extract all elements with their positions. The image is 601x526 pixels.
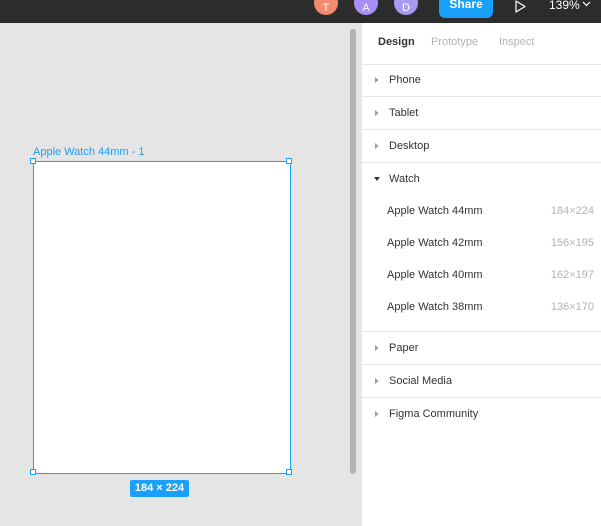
caret-right-icon [375, 345, 379, 351]
preset-dimensions: 156×195 [550, 237, 594, 249]
section-paper[interactable]: Paper [362, 332, 601, 365]
resize-handle-bottom-left[interactable] [30, 469, 36, 475]
tab-design[interactable]: Design [378, 36, 415, 48]
watch-frame[interactable] [33, 161, 291, 474]
tab-inspect[interactable]: Inspect [499, 36, 534, 48]
panel-tabs: Design Prototype Inspect [362, 23, 601, 65]
canvas[interactable]: Apple Watch 44mm - 1 184 × 224 [0, 23, 361, 526]
preset-apple-watch-38mm[interactable]: Apple Watch 38mm 136×170 [362, 292, 601, 324]
toolbar: T A D Share 139% [0, 0, 601, 23]
caret-right-icon [375, 378, 379, 384]
avatar-t[interactable]: T [314, 0, 338, 15]
preset-dimensions: 162×197 [550, 269, 594, 281]
properties-panel: Design Prototype Inspect Phone Tablet De… [361, 23, 601, 526]
section-label: Desktop [389, 140, 430, 152]
preset-apple-watch-42mm[interactable]: Apple Watch 42mm 156×195 [362, 228, 601, 260]
section-tablet[interactable]: Tablet [362, 97, 601, 130]
preset-dimensions: 136×170 [550, 301, 594, 313]
preset-name: Apple Watch 40mm [387, 269, 483, 281]
preset-name: Apple Watch 38mm [387, 301, 483, 313]
resize-handle-top-right[interactable] [286, 158, 292, 164]
caret-right-icon [375, 411, 379, 417]
frame-name-label[interactable]: Apple Watch 44mm - 1 [33, 146, 144, 158]
avatar-d[interactable]: D [394, 0, 418, 15]
frame-size-badge: 184 × 224 [130, 480, 189, 497]
resize-handle-bottom-right[interactable] [286, 469, 292, 475]
vertical-scrollbar[interactable] [350, 29, 356, 474]
preset-apple-watch-44mm[interactable]: Apple Watch 44mm 184×224 [362, 196, 601, 228]
preset-apple-watch-40mm[interactable]: Apple Watch 40mm 162×197 [362, 260, 601, 292]
preset-name: Apple Watch 42mm [387, 237, 483, 249]
caret-right-icon [375, 143, 379, 149]
section-label: Figma Community [389, 408, 479, 420]
section-desktop[interactable]: Desktop [362, 130, 601, 163]
tab-prototype[interactable]: Prototype [431, 36, 478, 48]
chevron-down-icon[interactable] [582, 1, 591, 7]
share-button[interactable]: Share [439, 0, 493, 18]
section-watch: Watch Apple Watch 44mm 184×224 Apple Wat… [362, 163, 601, 332]
section-social-media[interactable]: Social Media [362, 365, 601, 398]
section-watch-header[interactable]: Watch [362, 163, 601, 196]
preset-name: Apple Watch 44mm [387, 205, 483, 217]
play-icon[interactable] [513, 0, 527, 14]
section-phone[interactable]: Phone [362, 64, 601, 97]
zoom-level[interactable]: 139% [549, 0, 580, 12]
section-label: Social Media [389, 375, 452, 387]
section-label: Paper [389, 342, 419, 354]
caret-down-icon [374, 177, 380, 181]
section-label: Watch [389, 173, 420, 185]
avatar-a[interactable]: A [354, 0, 378, 15]
section-label: Phone [389, 74, 421, 86]
preset-dimensions: 184×224 [550, 205, 594, 217]
section-label: Tablet [389, 107, 419, 119]
caret-right-icon [375, 110, 379, 116]
resize-handle-top-left[interactable] [30, 158, 36, 164]
caret-right-icon [375, 77, 379, 83]
section-figma-community[interactable]: Figma Community [362, 398, 601, 431]
